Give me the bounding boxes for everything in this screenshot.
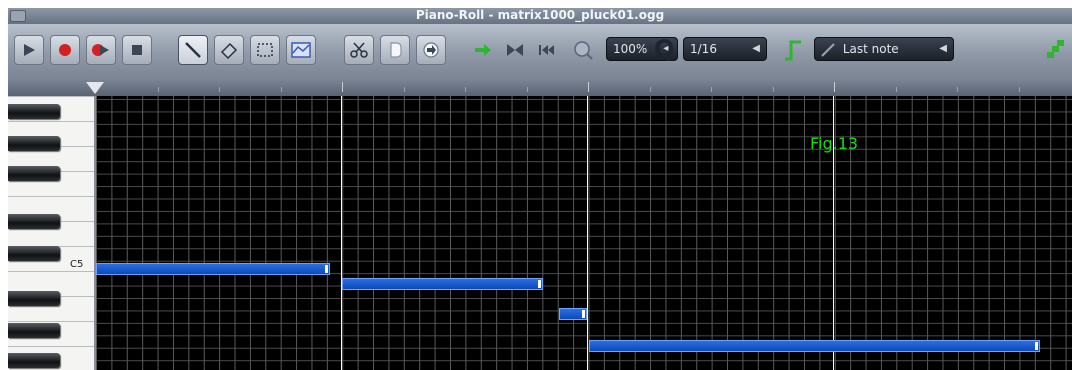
play-button[interactable]: [14, 35, 44, 65]
pencil-small-icon: [821, 42, 835, 57]
black-key[interactable]: [8, 136, 60, 151]
window-title: Piano-Roll - matrix1000_pluck01.ogg: [415, 8, 665, 22]
toolbar: 100% ◀ Q 1/16 ◀ Last note ◀: [8, 24, 1072, 78]
note-length-value: Last note: [842, 42, 899, 56]
record-automation-button[interactable]: [468, 35, 498, 65]
record-icon: [59, 44, 71, 56]
magnifier-icon: [574, 41, 593, 60]
timeline-ruler[interactable]: [8, 78, 1072, 97]
white-key-divider: [8, 121, 94, 122]
white-key-divider: [8, 271, 94, 272]
automation-icon: [291, 42, 311, 58]
ruler-tick: [342, 82, 343, 92]
quantize-select[interactable]: 1/16 ◀: [683, 37, 767, 61]
note-resize-handle[interactable]: [582, 310, 585, 318]
ruler-tick: [588, 82, 589, 92]
scissors-icon: [350, 42, 368, 58]
copy-button[interactable]: [380, 35, 410, 65]
eraser-icon: [220, 42, 238, 60]
black-key[interactable]: [8, 291, 60, 306]
white-key-divider: [8, 196, 94, 197]
copy-icon: [390, 42, 402, 58]
title-bar: Piano-Roll - matrix1000_pluck01.ogg: [8, 8, 1072, 24]
ruler-tick: [957, 87, 958, 92]
quantize-value: 1/16: [690, 42, 717, 56]
black-key[interactable]: [8, 353, 60, 368]
ruler-tick: [526, 87, 528, 92]
select-mode-button[interactable]: [250, 35, 280, 65]
ruler-tick: [1018, 87, 1020, 92]
note-length-icon-area: [778, 35, 808, 65]
ruler-tick: [280, 87, 282, 92]
ruler-tick: [157, 87, 159, 92]
ruler-tick: [403, 87, 405, 92]
zoom-value: 100%: [613, 42, 648, 56]
record-while-playing-button[interactable]: [86, 35, 116, 65]
quantize-label: Q: [654, 35, 675, 63]
note-length-icon: [785, 40, 801, 61]
loop-points-button[interactable]: [500, 35, 530, 65]
zoom-icon-area: [568, 35, 598, 65]
note-resize-handle[interactable]: [1035, 342, 1038, 350]
note-grid[interactable]: [96, 96, 1072, 370]
note-length-select[interactable]: Last note ◀: [814, 37, 954, 61]
playhead-marker[interactable]: [86, 82, 104, 94]
paste-icon: [423, 42, 439, 58]
select-icon: [257, 43, 273, 57]
black-key[interactable]: [8, 104, 60, 119]
erase-mode-button[interactable]: [214, 35, 244, 65]
note-3[interactable]: [559, 308, 587, 320]
dropdown-arrow-icon: ◀: [939, 43, 947, 54]
rewind-to-start-button[interactable]: [532, 35, 562, 65]
note-resize-handle[interactable]: [325, 265, 328, 273]
cut-button[interactable]: [344, 35, 374, 65]
c-key-label: C5: [70, 259, 84, 270]
bowtie-icon: [507, 44, 523, 56]
ruler-tick: [772, 87, 774, 92]
green-arrow-icon: [475, 44, 491, 56]
note-1[interactable]: [96, 263, 330, 275]
black-key[interactable]: [8, 246, 60, 261]
ruler-tick: [895, 87, 897, 92]
ruler-tick: [711, 87, 712, 92]
black-key[interactable]: [8, 214, 60, 229]
black-key[interactable]: [8, 323, 60, 338]
piano-keyboard[interactable]: C5: [8, 96, 96, 370]
record-play-icon: [92, 44, 109, 56]
ruler-tick: [219, 87, 220, 92]
ruler-tick: [834, 82, 835, 92]
stop-button[interactable]: [122, 35, 152, 65]
piano-roll-window: Piano-Roll - matrix1000_pluck01.ogg 100%…: [8, 8, 1072, 370]
white-key-divider: [8, 346, 94, 347]
draw-mode-button[interactable]: [178, 35, 208, 65]
ruler-tick: [649, 87, 651, 92]
detune-mode-button[interactable]: [286, 35, 316, 65]
skip-back-icon: [539, 45, 554, 55]
note-2[interactable]: [342, 278, 543, 290]
dropdown-arrow-icon: ◀: [752, 43, 760, 54]
black-key[interactable]: [8, 166, 60, 181]
stop-icon: [132, 45, 142, 55]
record-button[interactable]: [50, 35, 80, 65]
note-resize-handle[interactable]: [538, 280, 541, 288]
paste-button[interactable]: [416, 35, 446, 65]
note-4[interactable]: [589, 340, 1040, 352]
chord-button[interactable]: [1040, 35, 1070, 65]
ruler-tick: [465, 87, 466, 92]
pencil-icon: [185, 42, 201, 58]
white-key-divider: [8, 321, 94, 322]
chord-icon: [1047, 40, 1064, 58]
play-icon: [24, 44, 35, 56]
white-key-divider: [8, 96, 94, 97]
figure-label: Fig.13: [810, 134, 859, 153]
